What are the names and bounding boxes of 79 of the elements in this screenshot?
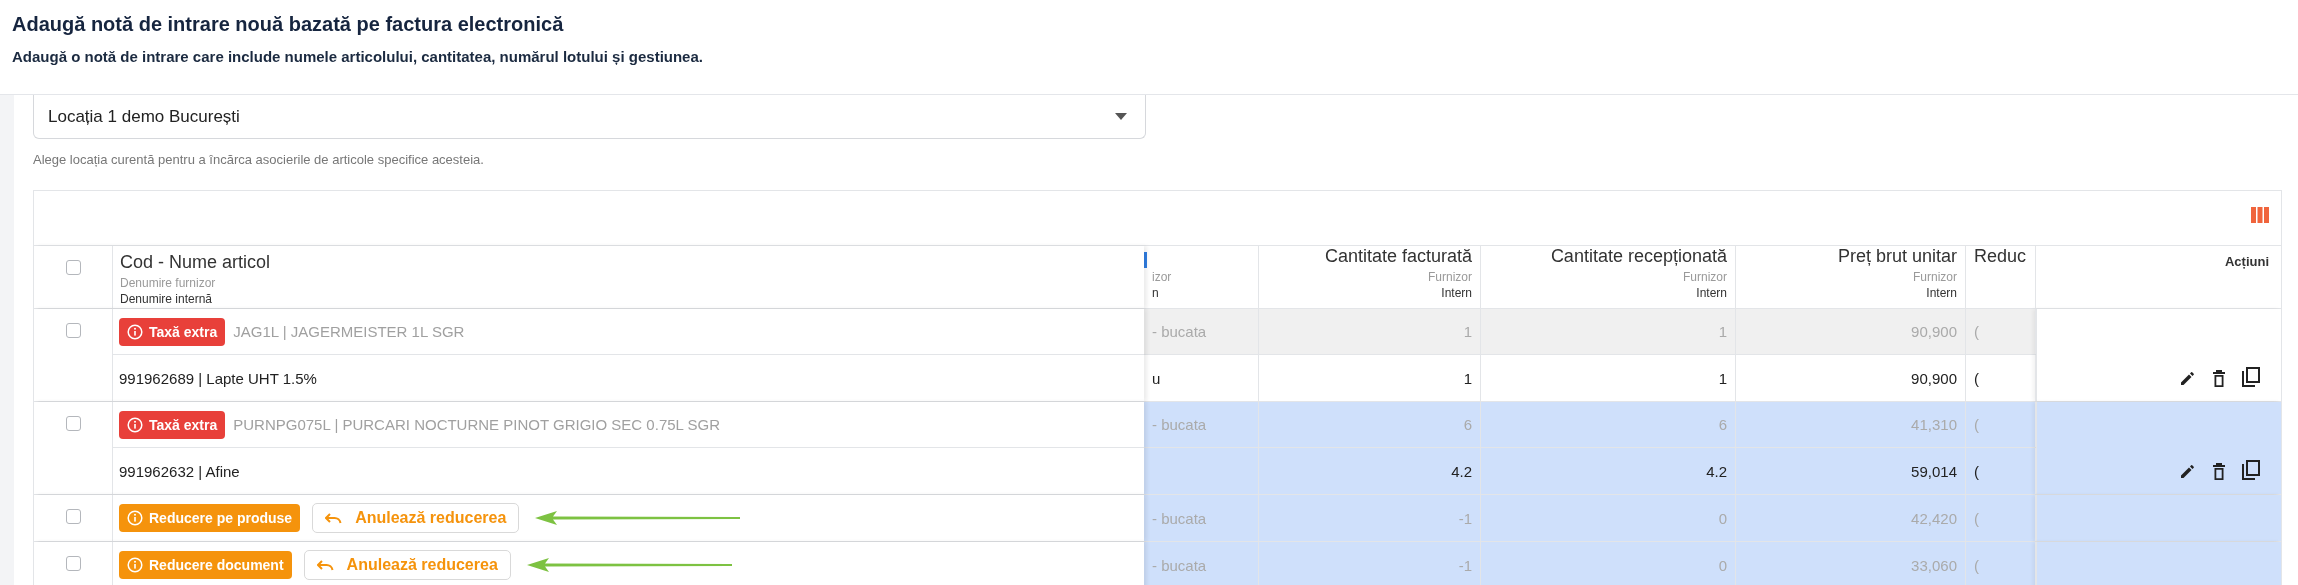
table-cell: 59,014: [1911, 462, 1957, 480]
info-icon: [127, 416, 143, 433]
column-header: Cod - Nume articol: [120, 252, 272, 273]
table-cell: 0: [1718, 509, 1727, 527]
table-cell: (: [1974, 556, 1979, 574]
table-cell: - bucata: [1152, 509, 1207, 527]
table-cell: 33,060: [1911, 556, 1957, 574]
column-sublabel: Intern: [1695, 286, 1727, 300]
row-checkbox[interactable]: [65, 416, 81, 431]
column-sublabel: Intern: [1440, 286, 1472, 300]
table-cell: 41,310: [1911, 416, 1957, 433]
column-sublabel: Furnizor: [1427, 270, 1472, 284]
undo-icon: [316, 559, 335, 571]
column-header: Cantitate facturată: [1323, 246, 1472, 267]
table-cell: (: [1974, 462, 1979, 480]
undo-discount-button[interactable]: Anulează reducerea: [303, 550, 511, 580]
page-subtitle: Adaugă o notă de intrare care include numele articolului, cantitatea, numărul lotului și gestiunea.: [12, 48, 704, 65]
supplier-item-name: JAG1L | JAGERMEISTER 1L SGR: [233, 323, 465, 340]
row-checkbox[interactable]: [65, 509, 81, 524]
table-cell: - bucata: [1152, 323, 1207, 340]
column-sublabel: Furnizor: [1682, 270, 1727, 284]
status-badge: Reducere pe produse: [119, 504, 301, 532]
internal-item-name: 991962689 | Lapte UHT 1.5%: [119, 369, 317, 387]
table-cell: 1: [1463, 323, 1472, 340]
location-select[interactable]: Locația 1 demo București: [33, 95, 1146, 139]
undo-discount-button[interactable]: Anulează reducerea: [312, 503, 520, 533]
delete-icon[interactable]: [2211, 368, 2227, 388]
column-header: Acțiuni: [2223, 254, 2269, 269]
column-sublabel: Intern: [1925, 286, 1957, 300]
undo-icon: [325, 512, 344, 524]
page-title: Adaugă notă de intrare nouă bazată pe factura electronică: [12, 13, 565, 36]
table-cell: 1: [1718, 369, 1727, 387]
status-badge: Reducere document: [119, 551, 292, 579]
table-cell: 90,900: [1911, 369, 1957, 387]
table-cell: 6: [1718, 416, 1727, 433]
column-header: Preț brut unitar: [1836, 246, 1957, 267]
row-checkbox[interactable]: [65, 323, 81, 338]
location-hint: Alege locația curentă pentru a încărca asocierile de articole specifice acesteia.: [33, 151, 485, 169]
status-badge: Taxă extra: [119, 410, 226, 439]
table-cell: -1: [1458, 556, 1472, 574]
resize-handle[interactable]: [1144, 252, 1147, 268]
caret-icon: [1115, 113, 1127, 120]
column-header: Reduc: [1974, 246, 2027, 267]
column-sublabel: Furnizor: [1912, 270, 1957, 284]
table-cell: 1: [1718, 323, 1727, 340]
info-icon: [127, 323, 143, 340]
column-sublabel: n: [1152, 286, 1160, 300]
table-cell: 1: [1463, 369, 1472, 387]
column-sublabel: Denumire furnizor: [120, 276, 217, 290]
edit-icon[interactable]: [2179, 462, 2197, 480]
table-cell: (: [1974, 416, 1979, 433]
table-cell: 42,420: [1911, 509, 1957, 527]
internal-item-name: 991962632 | Afine: [119, 462, 240, 480]
info-icon: [127, 557, 143, 573]
edit-icon[interactable]: [2179, 369, 2197, 387]
copy-icon[interactable]: [2241, 367, 2261, 389]
column-sublabel: izor: [1152, 270, 1173, 284]
column-sublabel: Denumire internă: [120, 292, 214, 306]
delete-icon[interactable]: [2211, 461, 2227, 481]
table-cell: 4.2: [1451, 462, 1472, 480]
table-cell: (: [1974, 509, 1979, 527]
table-cell: 4.2: [1706, 462, 1727, 480]
row-checkbox[interactable]: [65, 556, 81, 571]
table-cell: 90,900: [1911, 323, 1957, 340]
info-icon: [127, 510, 143, 526]
columns-icon[interactable]: [2251, 207, 2269, 223]
table-cell: 6: [1463, 416, 1472, 433]
table-cell: - bucata: [1152, 556, 1207, 574]
copy-icon[interactable]: [2241, 460, 2261, 482]
status-badge: Taxă extra: [119, 317, 226, 346]
table-cell: - bucata: [1152, 416, 1207, 433]
table-cell: -1: [1458, 509, 1472, 527]
table-cell: u: [1152, 369, 1161, 387]
column-header: Cantitate recepționată: [1549, 246, 1727, 267]
select-all-checkbox[interactable]: [65, 260, 81, 275]
table-cell: (: [1974, 369, 1979, 387]
table-cell: (: [1974, 323, 1979, 340]
table-cell: 0: [1718, 556, 1727, 574]
supplier-item-name: PURNPG075L | PURCARI NOCTURNE PINOT GRIGIO SEC 0.75L SGR: [233, 416, 721, 433]
